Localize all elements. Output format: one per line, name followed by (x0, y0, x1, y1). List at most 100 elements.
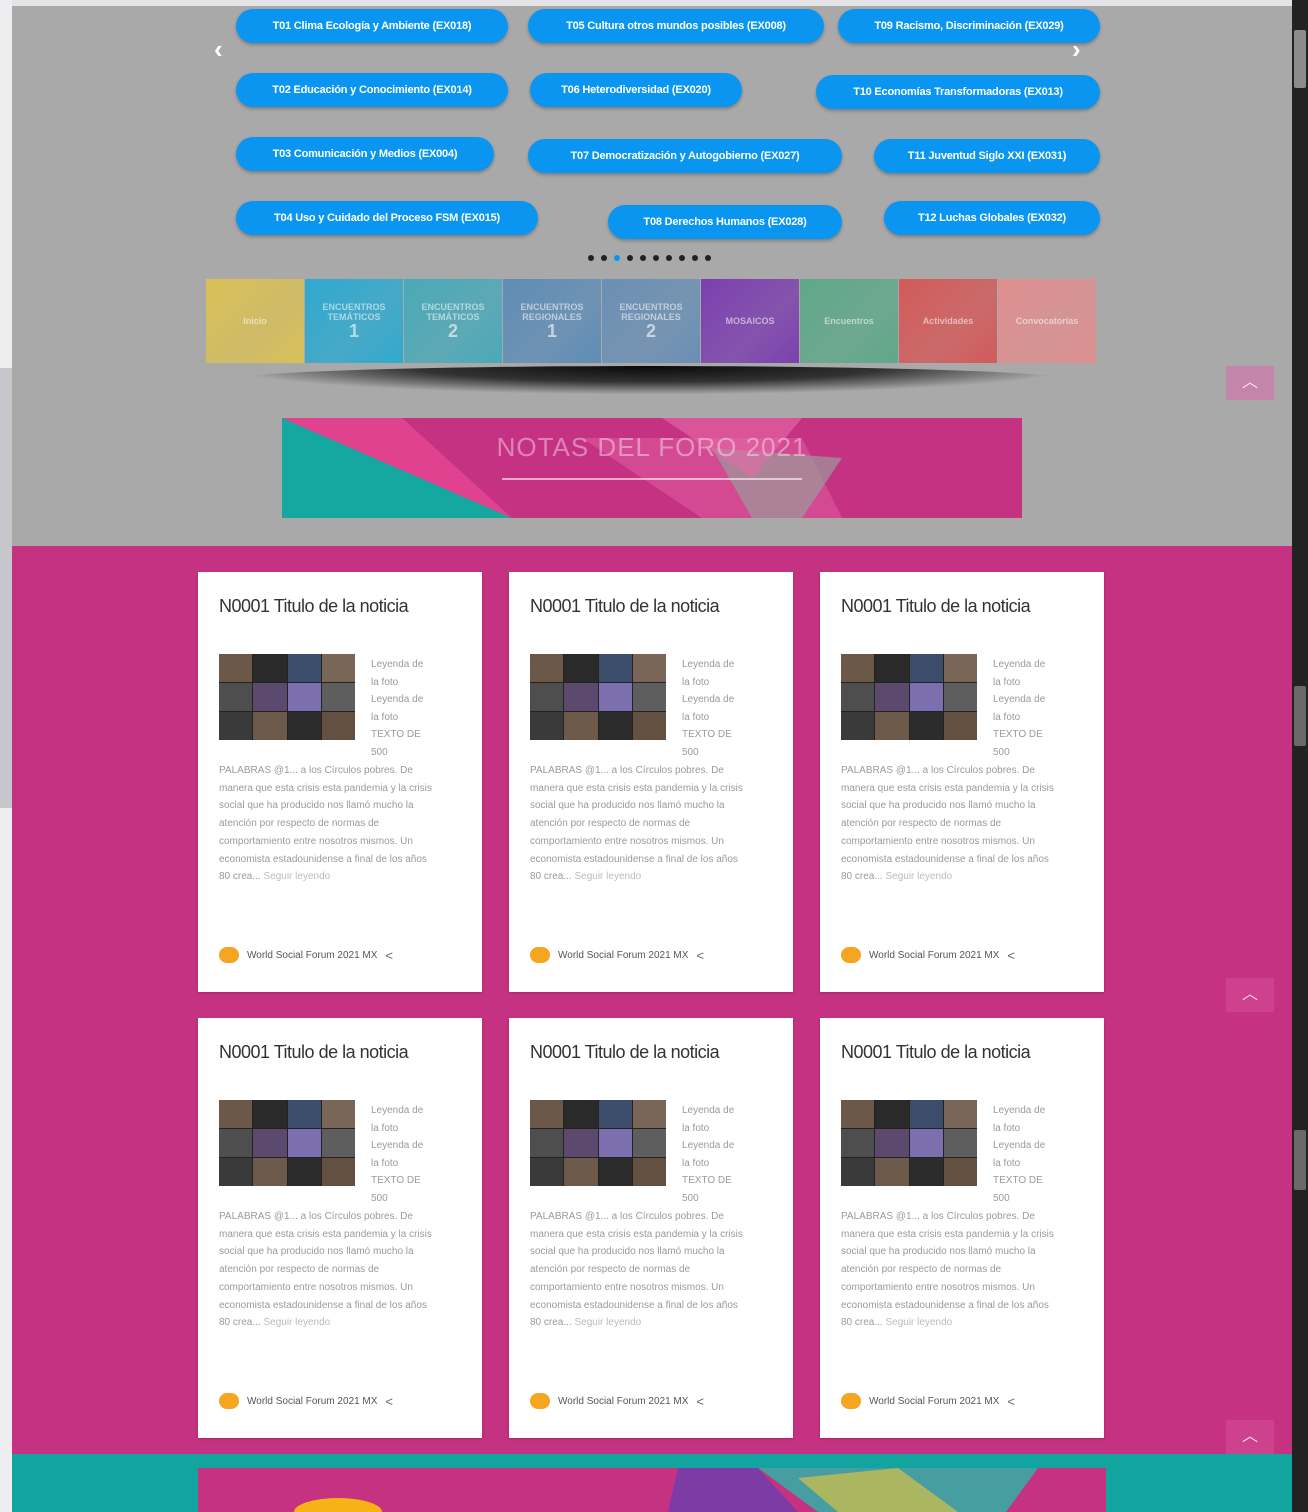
carousel-dot[interactable] (601, 255, 607, 261)
section-tile-label: MOSAICOS (725, 316, 775, 326)
section-tile-number: 1 (348, 321, 359, 341)
news-card-title[interactable]: N0001 Titulo de la noticia (841, 594, 1081, 619)
carousel-dot[interactable] (640, 255, 646, 261)
news-card-body: PALABRAS @1... a los Círculos pobres. De… (219, 1208, 433, 1332)
carousel-dot[interactable] (653, 255, 659, 261)
news-card-title[interactable]: N0001 Titulo de la noticia (530, 1040, 770, 1065)
carousel-dot[interactable] (705, 255, 711, 261)
topic-pill-t06[interactable]: T06 Heterodiversidad (EX020) (530, 73, 742, 107)
share-icon[interactable]: < (696, 948, 704, 963)
news-card[interactable]: N0001 Titulo de la noticia Leyenda de la … (820, 572, 1104, 992)
scroll-top-button[interactable]: ︿ (1226, 366, 1274, 400)
read-more-link[interactable]: Seguir leyendo (263, 871, 330, 882)
read-more-link[interactable]: Seguir leyendo (885, 1317, 952, 1328)
section-tile-label: ENCUENTROS REGIONALES (619, 302, 683, 322)
section-tile[interactable]: Actividades (899, 279, 997, 363)
section-tile[interactable]: Inicio (206, 279, 304, 363)
carousel-dot[interactable] (627, 255, 633, 261)
section-tile[interactable]: ENCUENTROS REGIONALES 2 (602, 279, 700, 363)
read-more-link[interactable]: Seguir leyendo (574, 1317, 641, 1328)
news-card-image[interactable] (841, 654, 977, 740)
section-tile-number: 2 (645, 321, 656, 341)
news-card[interactable]: N0001 Titulo de la noticia Leyenda de la … (820, 1018, 1104, 1438)
news-card-title[interactable]: N0001 Titulo de la noticia (841, 1040, 1081, 1065)
section-tile-label: Actividades (922, 316, 974, 326)
carousel-dots (588, 255, 718, 263)
scroll-top-button-3[interactable]: ︿ (1226, 1420, 1274, 1454)
read-more-link[interactable]: Seguir leyendo (574, 871, 641, 882)
carousel-dot[interactable] (692, 255, 698, 261)
section-tile[interactable]: ENCUENTROS TEMÁTICOS 1 (305, 279, 403, 363)
news-card-body-text: PALABRAS @1... a los Círculos pobres. De… (530, 765, 743, 883)
news-card-footer: World Social Forum 2021 MX < (219, 946, 393, 964)
scrollbar-thumb[interactable] (1294, 30, 1306, 88)
section-tile[interactable]: Convocatorias (998, 279, 1096, 363)
chat-bubble-icon[interactable] (219, 947, 239, 963)
topic-pill-t09[interactable]: T09 Racismo, Discriminación (EX029) (838, 9, 1100, 43)
notes-banner: NOTAS DEL FORO 2021 (282, 418, 1022, 518)
section-tile-label: ENCUENTROS TEMÁTICOS (421, 302, 485, 322)
news-card-body-text: PALABRAS @1... a los Círculos pobres. De… (219, 1211, 432, 1329)
section-tile[interactable]: MOSAICOS (701, 279, 799, 363)
section-tile[interactable]: Encuentros (800, 279, 898, 363)
news-card-image[interactable] (841, 1100, 977, 1186)
news-card-image[interactable] (530, 654, 666, 740)
read-more-link[interactable]: Seguir leyendo (263, 1317, 330, 1328)
news-card-source: World Social Forum 2021 MX (869, 1395, 1000, 1407)
news-card-footer: World Social Forum 2021 MX < (530, 946, 704, 964)
section-tile[interactable]: ENCUENTROS REGIONALES 1 (503, 279, 601, 363)
carousel-dot[interactable] (666, 255, 672, 261)
chat-bubble-icon[interactable] (530, 947, 550, 963)
chat-bubble-icon[interactable] (841, 1393, 861, 1409)
news-card-footer: World Social Forum 2021 MX < (219, 1392, 393, 1410)
news-card[interactable]: N0001 Titulo de la noticia Leyenda de la … (509, 1018, 793, 1438)
share-icon[interactable]: < (1007, 1394, 1015, 1409)
news-card-title[interactable]: N0001 Titulo de la noticia (219, 1040, 459, 1065)
topic-pill-t08[interactable]: T08 Derechos Humanos (EX028) (608, 205, 842, 239)
scrollbar-marker-2 (1294, 1130, 1306, 1190)
topic-pill-t11[interactable]: T11 Juventud Siglo XXI (EX031) (874, 139, 1100, 173)
read-more-link[interactable]: Seguir leyendo (885, 871, 952, 882)
news-card-body-text: PALABRAS @1... a los Círculos pobres. De… (530, 1211, 743, 1329)
chat-bubble-icon[interactable] (219, 1393, 239, 1409)
chat-bubble-icon[interactable] (530, 1393, 550, 1409)
news-card[interactable]: N0001 Titulo de la noticia Leyenda de la … (198, 1018, 482, 1438)
scrollbar-marker (1294, 686, 1306, 746)
topic-pill-t04[interactable]: T04 Uso y Cuidado del Proceso FSM (EX015… (236, 201, 538, 235)
news-card-image[interactable] (219, 1100, 355, 1186)
news-card-body: PALABRAS @1... a los Círculos pobres. De… (530, 1208, 744, 1332)
topic-pill-t10[interactable]: T10 Economías Transformadoras (EX013) (816, 75, 1100, 109)
share-icon[interactable]: < (696, 1394, 704, 1409)
news-card-body-text: PALABRAS @1... a los Círculos pobres. De… (219, 765, 432, 883)
topic-pill-t02[interactable]: T02 Educación y Conocimiento (EX014) (236, 73, 508, 107)
topic-pill-t12[interactable]: T12 Luchas Globales (EX032) (884, 201, 1100, 235)
news-card-title[interactable]: N0001 Titulo de la noticia (530, 594, 770, 619)
topic-pill-t05[interactable]: T05 Cultura otros mundos posibles (EX008… (528, 9, 824, 43)
topic-pill-t07[interactable]: T07 Democratización y Autogobierno (EX02… (528, 139, 842, 173)
topic-pill-t03[interactable]: T03 Comunicación y Medios (EX004) (236, 137, 494, 171)
share-icon[interactable]: < (385, 948, 393, 963)
carousel-dot[interactable] (588, 255, 594, 261)
scroll-top-button-2[interactable]: ︿ (1226, 978, 1274, 1012)
scrollbar[interactable] (1292, 0, 1308, 1512)
news-card-body-text: PALABRAS @1... a los Círculos pobres. De… (841, 1211, 1054, 1329)
carousel-dot[interactable] (614, 255, 620, 261)
chat-bubble-icon[interactable] (841, 947, 861, 963)
news-card[interactable]: N0001 Titulo de la noticia Leyenda de la … (509, 572, 793, 992)
share-icon[interactable]: < (385, 1394, 393, 1409)
carousel-dot[interactable] (679, 255, 685, 261)
tiles-shadow (230, 366, 1070, 394)
bottom-banner-art (198, 1468, 1106, 1512)
share-icon[interactable]: < (1007, 948, 1015, 963)
section-tile[interactable]: ENCUENTROS TEMÁTICOS 2 (404, 279, 502, 363)
news-card-image[interactable] (219, 654, 355, 740)
topic-pill-t01[interactable]: T01 Clima Ecología y Ambiente (EX018) (236, 9, 508, 43)
news-card-image[interactable] (530, 1100, 666, 1186)
news-card-caption: Leyenda de la foto Leyenda de la foto TE… (993, 1105, 1046, 1204)
carousel-prev-icon[interactable]: ‹ (214, 36, 223, 62)
news-card[interactable]: N0001 Titulo de la noticia Leyenda de la … (198, 572, 482, 992)
section-tile-number: 1 (546, 321, 557, 341)
news-card-title[interactable]: N0001 Titulo de la noticia (219, 594, 459, 619)
news-card-footer: World Social Forum 2021 MX < (841, 1392, 1015, 1410)
news-card-footer: World Social Forum 2021 MX < (841, 946, 1015, 964)
